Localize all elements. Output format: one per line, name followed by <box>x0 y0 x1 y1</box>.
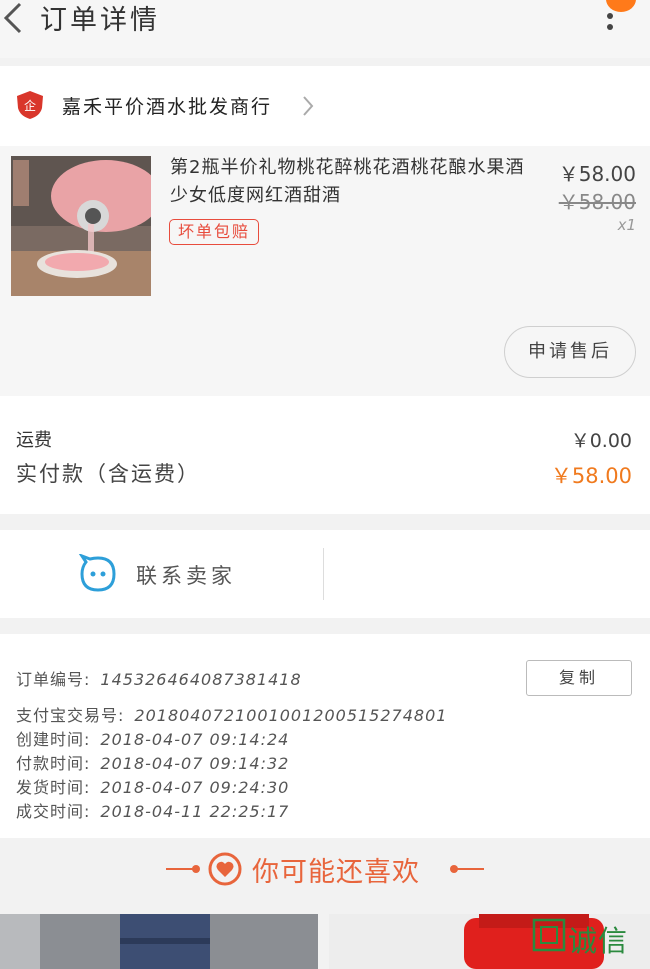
paid-time-value: 2018-04-07 09:14:32 <box>100 754 290 773</box>
product-quantity: x1 <box>617 216 636 234</box>
store-icon-letter: 企 <box>24 98 36 113</box>
order-number-row: 订单编号: 145326464087381418 <box>16 666 302 690</box>
shipping-label: 运费 <box>16 430 52 451</box>
recommend-header: 你可能还喜欢 <box>0 838 650 914</box>
product-original-price: ￥58.00 <box>558 190 636 214</box>
order-number-value: 145326464087381418 <box>100 670 302 689</box>
watermark-text: 诚信 <box>568 924 629 958</box>
recommend-title: 你可能还喜欢 <box>252 857 420 888</box>
product-thumbnail[interactable] <box>11 156 151 296</box>
product-photo <box>11 156 151 296</box>
page-title: 订单详情 <box>40 5 160 36</box>
copy-order-number-button[interactable]: 复制 <box>526 660 632 696</box>
completed-time-row: 成交时间: 2018-04-11 22:25:17 <box>16 798 289 822</box>
product-price: ￥58.00 <box>558 162 636 186</box>
shipping-value: ￥0.00 <box>570 430 632 452</box>
product-item[interactable]: 第2瓶半价礼物桃花醉桃花酒桃花酿水果酒少女低度网红酒甜酒 坏单包赔 ￥58.00… <box>0 146 650 396</box>
store-name[interactable]: 嘉禾平价酒水批发商行 <box>62 92 272 119</box>
completed-time-label: 成交时间: <box>16 802 91 821</box>
nav-header: 订单详情 <box>0 0 650 58</box>
decor-line-right <box>452 868 484 870</box>
divider <box>323 548 324 600</box>
store-bar[interactable]: 企 嘉禾平价酒水批发商行 <box>0 66 650 146</box>
created-time-value: 2018-04-07 09:14:24 <box>100 730 290 749</box>
shipped-time-value: 2018-04-07 09:24:30 <box>100 778 290 797</box>
alipay-trade-label: 支付宝交易号: <box>16 706 125 725</box>
product-title[interactable]: 第2瓶半价礼物桃花醉桃花酒桃花酿水果酒少女低度网红酒甜酒 <box>170 154 538 210</box>
alipay-trade-row: 支付宝交易号: 2018040721001001200515274801 <box>16 702 447 726</box>
created-time-row: 创建时间: 2018-04-07 09:14:24 <box>16 726 289 750</box>
enterprise-shield-icon: 企 <box>17 91 43 119</box>
created-time-label: 创建时间: <box>16 730 91 749</box>
contact-bar: 联系卖家 <box>0 530 650 618</box>
chevron-left-icon[interactable] <box>0 0 30 40</box>
recommend-card-image <box>0 914 318 969</box>
heart-circle-icon <box>208 852 242 886</box>
order-info: 订单编号: 145326464087381418 支付宝交易号: 201804072… <box>0 634 650 838</box>
paid-value: ￥58.00 <box>550 464 632 488</box>
completed-time-value: 2018-04-11 22:25:17 <box>100 802 290 821</box>
paid-label: 实付款（含运费） <box>16 462 200 486</box>
order-number-label: 订单编号: <box>16 670 91 689</box>
paid-time-label: 付款时间: <box>16 754 91 773</box>
decor-dot-left <box>192 865 200 873</box>
guarantee-tag: 坏单包赔 <box>169 219 260 245</box>
recommend-card[interactable] <box>0 914 318 969</box>
shipped-time-row: 发货时间: 2018-04-07 09:24:30 <box>16 774 289 798</box>
paid-time-row: 付款时间: 2018-04-07 09:14:32 <box>16 750 289 774</box>
alipay-trade-value: 2018040721001001200515274801 <box>134 706 448 725</box>
price-summary: 运费 ￥0.00 实付款（含运费） ￥58.00 <box>0 396 650 514</box>
more-vertical-icon[interactable] <box>598 0 622 36</box>
shipped-time-label: 发货时间: <box>16 778 91 797</box>
contact-seller-button[interactable]: 联系卖家 <box>136 560 236 590</box>
chat-face-icon[interactable] <box>78 554 118 594</box>
apply-after-sale-button[interactable]: 申请售后 <box>504 326 636 378</box>
chevron-right-icon[interactable] <box>300 94 316 118</box>
